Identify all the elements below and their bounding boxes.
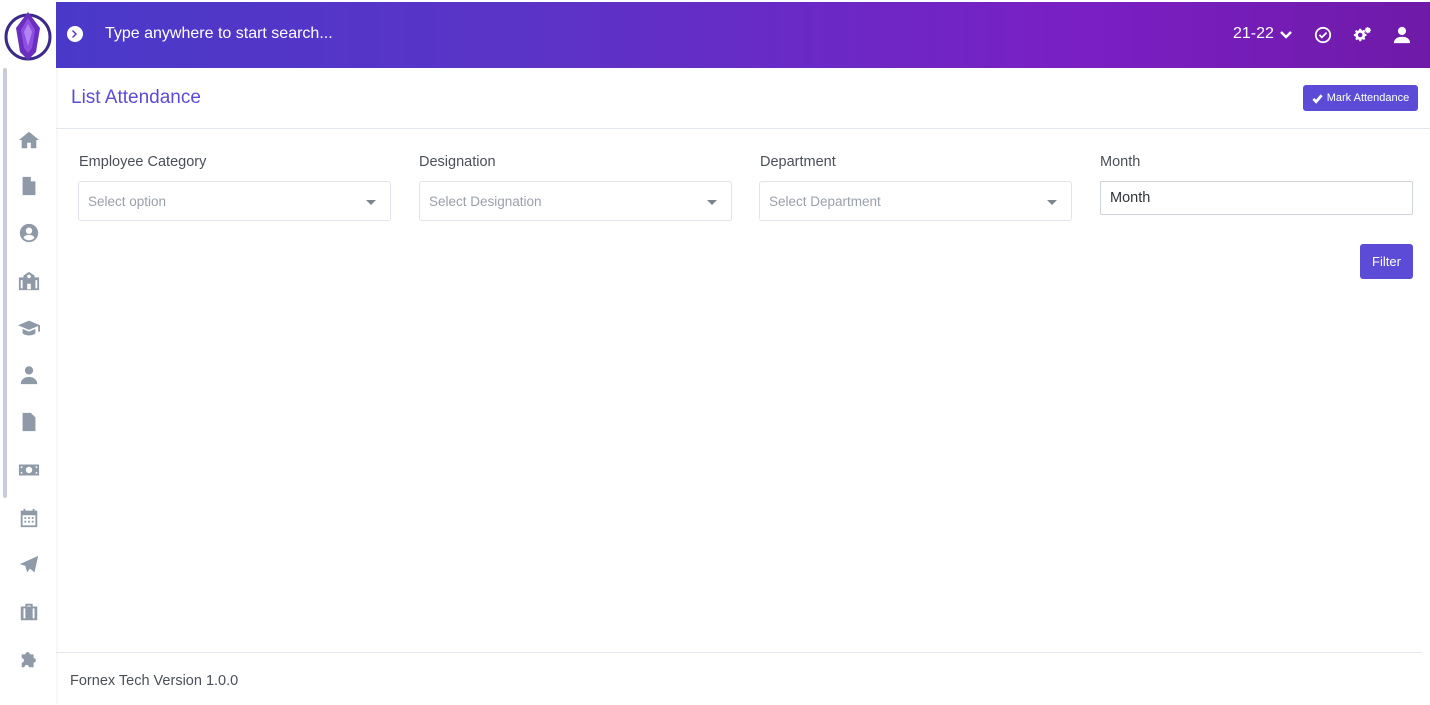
sidebar-item-home[interactable]	[17, 128, 41, 152]
sidebar-item-school[interactable]	[17, 269, 41, 293]
footer-version-text: Fornex Tech Version 1.0.0	[70, 673, 239, 689]
user-tie-icon	[20, 366, 38, 385]
user-circle-icon	[19, 223, 39, 243]
employee-category-label: Employee Category	[79, 154, 207, 170]
check-icon	[1312, 93, 1323, 104]
puzzle-piece-icon	[21, 652, 36, 668]
designation-placeholder: Select Designation	[429, 194, 542, 209]
briefcase-icon	[20, 603, 38, 621]
filter-button[interactable]: Filter	[1360, 244, 1413, 279]
file-icon	[22, 176, 36, 196]
file-alt-icon	[22, 412, 36, 432]
employee-category-select[interactable]: Select option	[78, 181, 391, 221]
global-search-input[interactable]: Type anywhere to start search...	[105, 25, 333, 43]
sidebar	[0, 0, 56, 705]
department-select[interactable]: Select Department	[759, 181, 1072, 221]
paper-plane-icon	[19, 555, 39, 573]
designation-label: Designation	[419, 154, 496, 170]
school-icon	[18, 271, 40, 291]
designation-select[interactable]: Select Designation	[419, 181, 732, 221]
chevron-down-icon	[1280, 31, 1292, 39]
money-bill-icon	[18, 464, 40, 476]
caret-down-icon	[1047, 200, 1057, 205]
caret-down-icon	[707, 200, 717, 205]
sidebar-item-jobs[interactable]	[17, 600, 41, 624]
sidebar-item-document[interactable]	[17, 410, 41, 434]
session-year-dropdown[interactable]: 21-22	[1233, 25, 1293, 43]
mark-attendance-button[interactable]: Mark Attendance	[1303, 85, 1418, 111]
sidebar-item-employee[interactable]	[17, 363, 41, 387]
sidebar-item-modules[interactable]	[17, 647, 41, 671]
sidebar-item-finance[interactable]	[17, 458, 41, 482]
month-input[interactable]	[1100, 181, 1413, 215]
session-year-label: 21-22	[1233, 25, 1274, 42]
user-icon[interactable]	[1392, 25, 1412, 45]
page-header: List Attendance Mark Attendance	[56, 68, 1430, 129]
cogs-icon[interactable]	[1352, 25, 1372, 45]
sidebar-scrollbar[interactable]	[3, 68, 7, 498]
employee-category-placeholder: Select option	[88, 194, 167, 209]
sidebar-item-messages[interactable]	[17, 553, 41, 577]
top-navbar: Type anywhere to start search... 21-22	[56, 2, 1430, 68]
home-icon	[18, 131, 40, 149]
graduation-cap-icon	[18, 320, 40, 336]
department-placeholder: Select Department	[769, 194, 881, 209]
department-label: Department	[760, 154, 836, 170]
sidebar-item-education[interactable]	[17, 316, 41, 340]
app-logo[interactable]	[3, 8, 53, 64]
footer: Fornex Tech Version 1.0.0	[56, 652, 1422, 705]
sidebar-item-profile[interactable]	[17, 221, 41, 245]
check-circle-icon[interactable]	[1313, 25, 1333, 45]
calendar-icon	[20, 508, 38, 528]
month-label: Month	[1100, 154, 1141, 170]
arrow-circle-right-icon[interactable]	[67, 26, 83, 42]
mark-attendance-label: Mark Attendance	[1326, 92, 1410, 104]
caret-down-icon	[366, 200, 376, 205]
sidebar-item-calendar[interactable]	[17, 506, 41, 530]
page-title: List Attendance	[71, 87, 201, 108]
sidebar-item-file[interactable]	[17, 174, 41, 198]
